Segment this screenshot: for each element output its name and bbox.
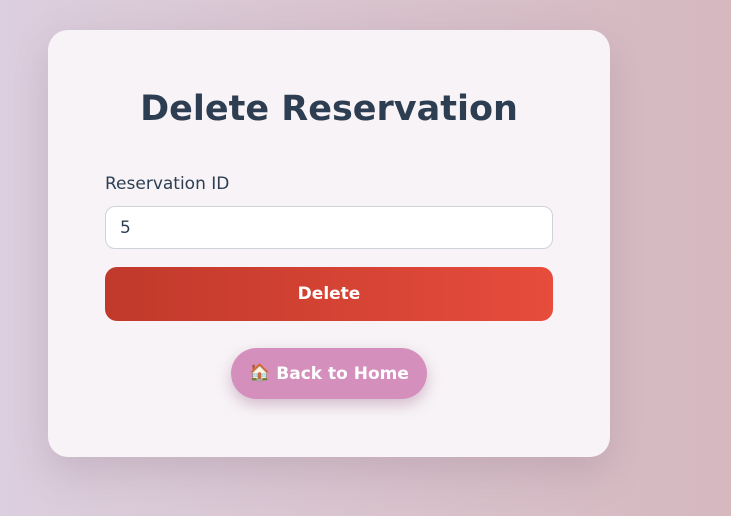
back-to-home-button[interactable]: 🏠 Back to Home	[231, 348, 427, 399]
back-to-home-label: Back to Home	[276, 363, 409, 384]
delete-reservation-card: Delete Reservation Reservation ID Delete…	[48, 30, 610, 457]
reservation-id-label: Reservation ID	[105, 174, 230, 194]
house-icon: 🏠	[249, 363, 271, 383]
delete-button[interactable]: Delete	[105, 267, 553, 321]
page-title: Delete Reservation	[140, 89, 518, 129]
reservation-id-input[interactable]	[105, 206, 553, 249]
